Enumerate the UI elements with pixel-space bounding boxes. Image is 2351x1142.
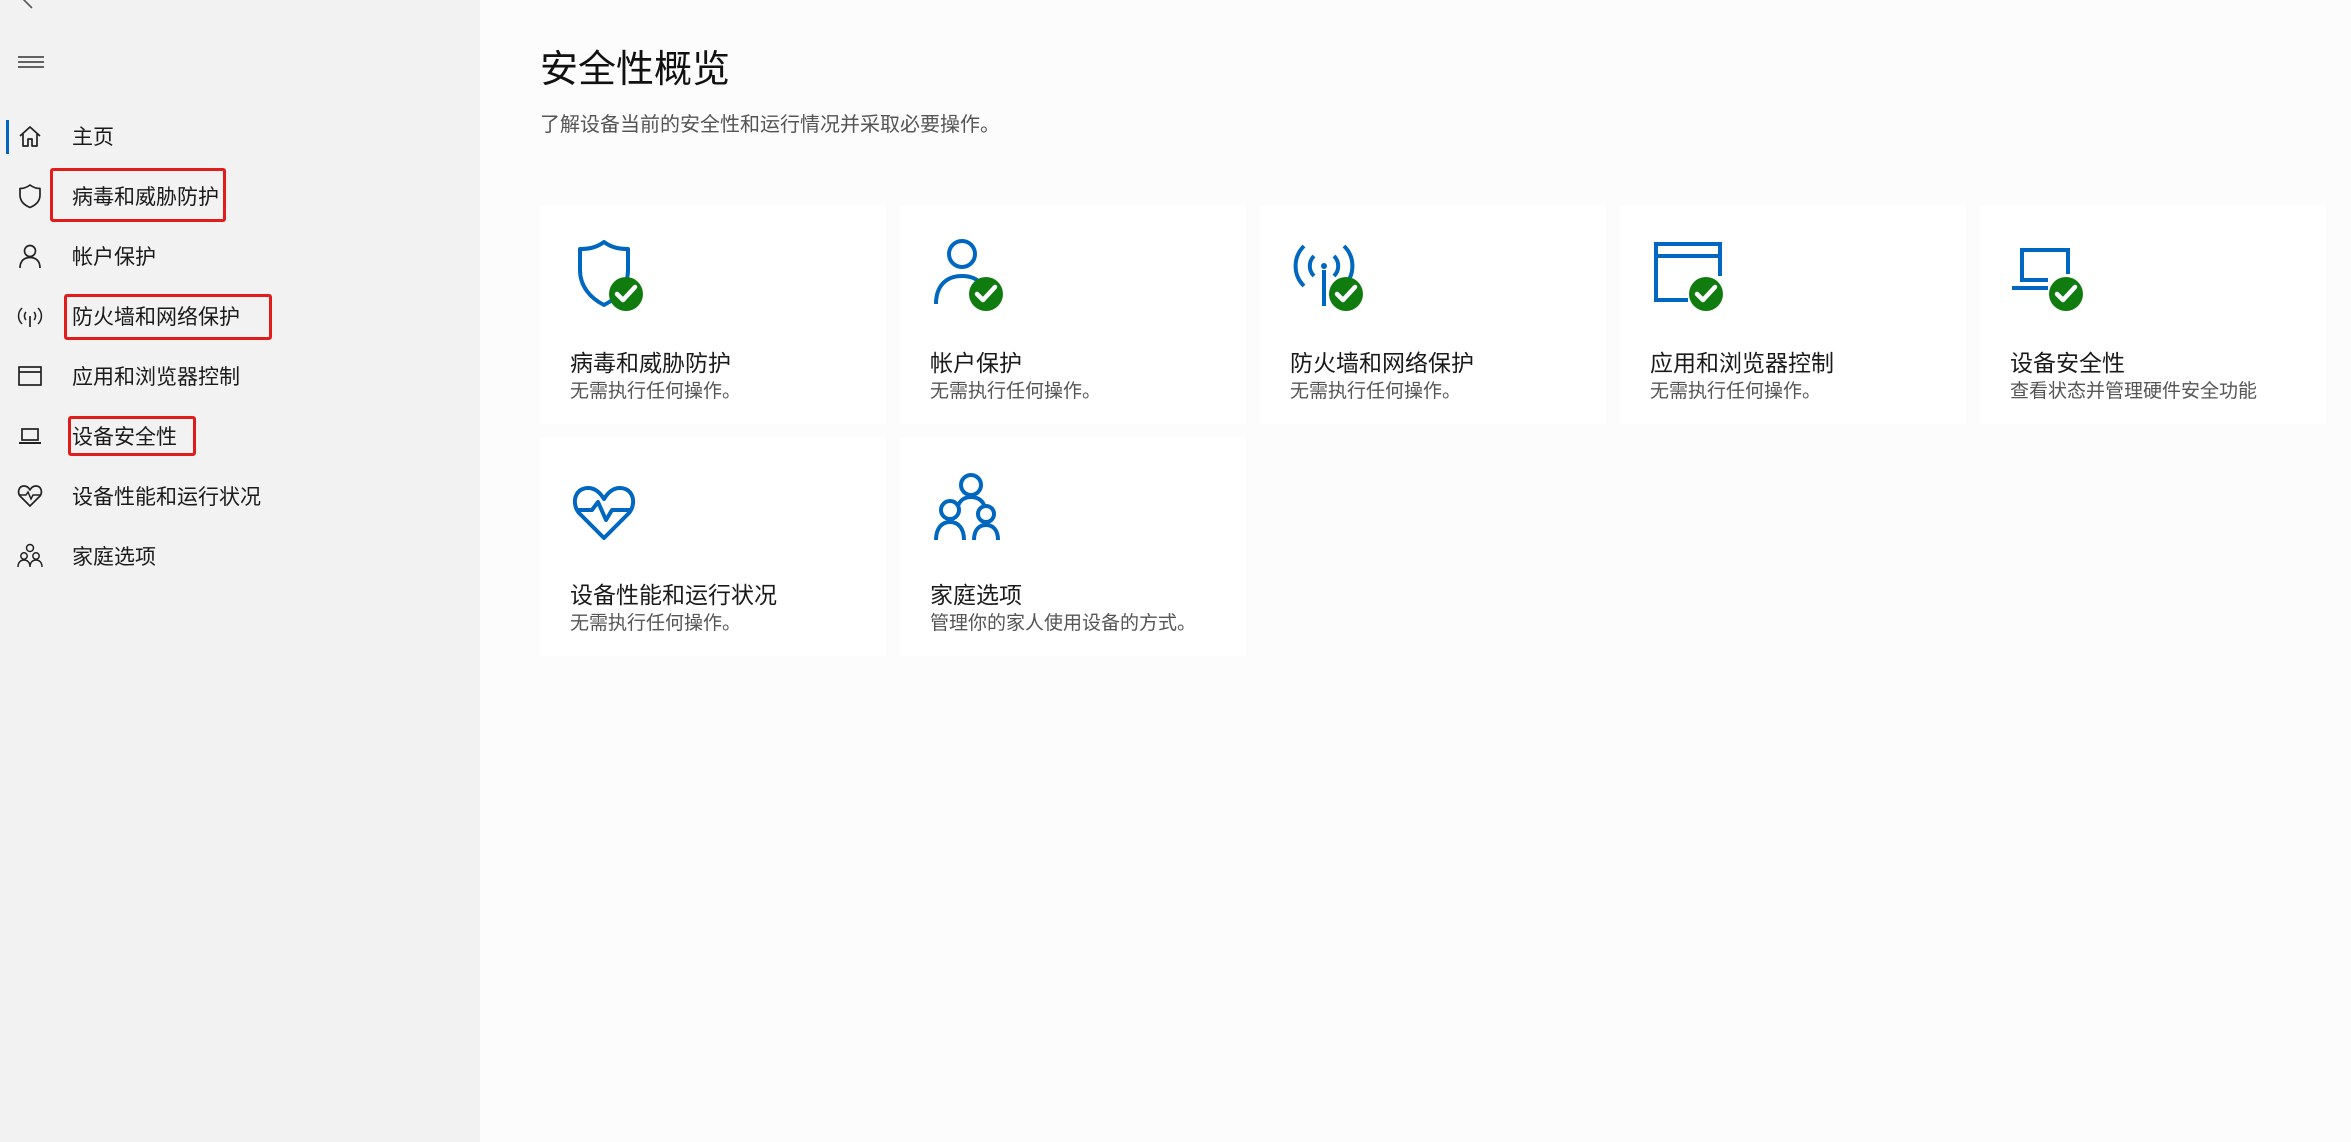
tile-virus-threat-protection[interactable]: 病毒和威胁防护 无需执行任何操作。	[540, 206, 886, 424]
tile-subtitle: 无需执行任何操作。	[1290, 380, 1462, 402]
sidebar-item-label: 病毒和威胁防护	[72, 185, 219, 209]
back-arrow-icon[interactable]	[14, 0, 42, 14]
tile-subtitle: 管理你的家人使用设备的方式。	[930, 612, 1197, 634]
tile-subtitle: 查看状态并管理硬件安全功能	[2010, 380, 2258, 402]
tile-title: 防火墙和网络保护	[1290, 351, 1474, 377]
sidebar: 主页 病毒和威胁防护 帐户保护 防火墙和网络保护 应用和浏览器控制 设备安全性 …	[0, 0, 480, 1142]
app-window-icon	[18, 366, 42, 386]
page-title: 安全性概览	[540, 47, 731, 91]
sidebar-item-home[interactable]: 主页	[0, 106, 480, 166]
heart-pulse-icon	[572, 486, 636, 540]
sidebar-item-label: 主页	[72, 125, 114, 149]
sidebar-item-label: 设备安全性	[72, 425, 177, 449]
heart-pulse-icon	[17, 485, 43, 507]
sidebar-item-app-browser-control[interactable]: 应用和浏览器控制	[0, 346, 480, 406]
sidebar-item-account-protection[interactable]: 帐户保护	[0, 226, 480, 286]
tile-device-security[interactable]: 设备安全性 查看状态并管理硬件安全功能	[1980, 206, 2326, 424]
tile-subtitle: 无需执行任何操作。	[930, 380, 1102, 402]
sidebar-item-label: 设备性能和运行状况	[72, 485, 261, 509]
sidebar-item-label: 帐户保护	[72, 245, 156, 269]
shield-icon	[578, 240, 643, 311]
sidebar-item-virus-threat-protection[interactable]: 病毒和威胁防护	[0, 166, 480, 226]
tile-device-performance[interactable]: 设备性能和运行状况 无需执行任何操作。	[540, 438, 886, 656]
hamburger-menu-icon[interactable]	[16, 50, 46, 74]
tile-account-protection[interactable]: 帐户保护 无需执行任何操作。	[900, 206, 1246, 424]
person-icon	[934, 239, 1003, 311]
sidebar-item-family-options[interactable]: 家庭选项	[0, 526, 480, 586]
tile-subtitle: 无需执行任何操作。	[1650, 380, 1822, 402]
shield-icon	[19, 184, 41, 209]
sidebar-item-device-security[interactable]: 设备安全性	[0, 406, 480, 466]
tile-app-browser-control[interactable]: 应用和浏览器控制 无需执行任何操作。	[1620, 206, 1966, 424]
family-icon	[934, 473, 1000, 541]
tile-title: 帐户保护	[930, 351, 1022, 377]
tile-title: 设备安全性	[2010, 351, 2125, 377]
wireless-antenna-icon	[1293, 244, 1363, 311]
tile-title: 家庭选项	[930, 583, 1022, 609]
tile-title: 设备性能和运行状况	[570, 583, 777, 609]
tile-firewall-network[interactable]: 防火墙和网络保护 无需执行任何操作。	[1260, 206, 1606, 424]
sidebar-item-label: 防火墙和网络保护	[72, 305, 240, 329]
sidebar-item-firewall-network[interactable]: 防火墙和网络保护	[0, 286, 480, 346]
tile-title: 病毒和威胁防护	[570, 351, 731, 377]
tile-title: 应用和浏览器控制	[1650, 351, 1834, 377]
tile-family-options[interactable]: 家庭选项 管理你的家人使用设备的方式。	[900, 438, 1246, 656]
app-window-icon	[1654, 242, 1723, 311]
wireless-antenna-icon	[17, 307, 43, 327]
main-content: 安全性概览 了解设备当前的安全性和运行情况并采取必要操作。 病毒和威胁防护 无需…	[480, 0, 2351, 1142]
tile-subtitle: 无需执行任何操作。	[570, 380, 742, 402]
sidebar-item-label: 应用和浏览器控制	[72, 365, 240, 389]
laptop-icon	[2012, 248, 2083, 311]
sidebar-item-label: 家庭选项	[72, 545, 156, 569]
page-description: 了解设备当前的安全性和运行情况并采取必要操作。	[540, 112, 1000, 136]
family-icon	[17, 543, 43, 568]
person-icon	[19, 244, 41, 269]
home-icon	[19, 126, 41, 147]
sidebar-item-device-performance[interactable]: 设备性能和运行状况	[0, 466, 480, 526]
laptop-icon	[19, 428, 41, 444]
tile-subtitle: 无需执行任何操作。	[570, 612, 742, 634]
